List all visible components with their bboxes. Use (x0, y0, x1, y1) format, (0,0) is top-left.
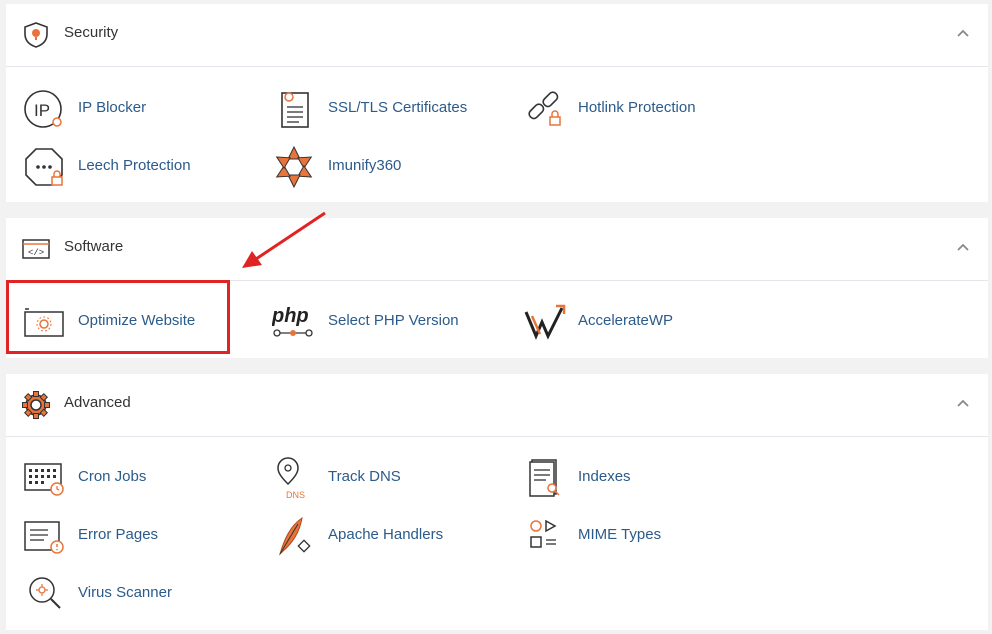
leech-icon (25, 148, 63, 186)
item-cron-jobs[interactable]: Cron Jobs (22, 453, 262, 503)
gear-icon (22, 391, 50, 419)
indexes-icon (529, 459, 560, 497)
security-header[interactable]: Security (6, 4, 988, 67)
feather-icon (278, 516, 311, 556)
item-hotlink-protection[interactable]: Hotlink Protection (522, 84, 762, 134)
virus-icon (29, 577, 61, 609)
dns-icon: DNS (277, 457, 305, 500)
section-title: Security (64, 24, 119, 41)
svg-text:IP: IP (34, 101, 50, 120)
item-label: Leech Protection (78, 157, 191, 174)
certificate-icon (281, 92, 309, 128)
item-label: Hotlink Protection (578, 99, 696, 116)
item-select-php-version[interactable]: php Select PHP Version (272, 297, 512, 347)
item-label: Apache Handlers (328, 526, 444, 543)
dns-badge-text: DNS (286, 490, 305, 500)
shield-icon (24, 22, 48, 48)
item-label: Error Pages (78, 526, 159, 543)
imunify-icon (275, 145, 313, 189)
hotlink-icon (528, 91, 561, 126)
error-pages-icon (24, 521, 64, 554)
software-header[interactable]: </> Software (6, 218, 988, 281)
section-title: Software (64, 238, 124, 255)
item-label: SSL/TLS Certificates (328, 99, 468, 116)
item-error-pages[interactable]: Error Pages (22, 511, 262, 561)
item-label: Cron Jobs (78, 468, 147, 485)
item-label: Indexes (578, 468, 631, 485)
item-imunify360[interactable]: Imunify360 (272, 142, 512, 192)
php-icon: php (272, 305, 313, 337)
item-label: Imunify360 (328, 157, 402, 174)
item-label: AccelerateWP (578, 312, 674, 329)
item-apache-handlers[interactable]: Apache Handlers (272, 511, 512, 561)
cron-icon (24, 463, 64, 496)
item-label: MIME Types (578, 526, 662, 543)
item-ssl-tls[interactable]: SSL/TLS Certificates (272, 84, 512, 134)
chevron-up-icon[interactable] (956, 26, 970, 40)
item-indexes[interactable]: Indexes (522, 453, 762, 503)
red-arrow-annotation (242, 211, 326, 268)
code-window-icon: </> (22, 239, 50, 259)
item-label: Virus Scanner (78, 584, 172, 601)
item-mime-types[interactable]: MIME Types (522, 511, 762, 561)
svg-text:</>: </> (28, 248, 44, 258)
advanced-header[interactable]: Advanced (6, 374, 988, 437)
item-track-dns[interactable]: DNS Track DNS (272, 453, 512, 503)
security-panel: Security IP IP Blocker SSL/TLS Certifica… (6, 4, 988, 202)
item-label: Select PHP Version (328, 312, 459, 329)
item-ip-blocker[interactable]: IP IP Blocker (22, 84, 262, 134)
advanced-panel: Advanced Cron Jobs DNS Track DNS Indexes… (6, 374, 988, 630)
item-leech-protection[interactable]: Leech Protection (22, 142, 262, 192)
chevron-up-icon[interactable] (956, 240, 970, 254)
item-label: Track DNS (328, 468, 401, 485)
php-logo-text: php (272, 305, 309, 327)
highlight-box (6, 280, 230, 354)
ip-blocker-icon: IP (24, 90, 62, 128)
chevron-up-icon[interactable] (956, 396, 970, 410)
mime-icon (530, 519, 557, 548)
item-acceleratewp[interactable]: AccelerateWP (522, 297, 762, 347)
section-title: Advanced (64, 394, 131, 411)
acceleratewp-icon (524, 304, 566, 340)
item-virus-scanner[interactable]: Virus Scanner (22, 569, 262, 619)
item-label: IP Blocker (78, 99, 147, 116)
